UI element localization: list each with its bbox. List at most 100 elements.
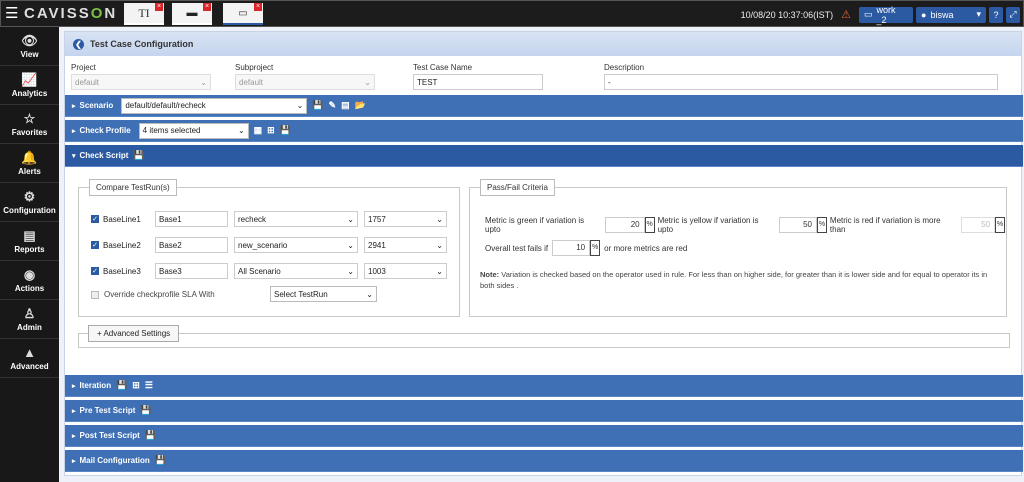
check-profile-select[interactable]: 4 items selected ⌄ xyxy=(138,122,249,139)
baseline-run-select[interactable]: 1757 ⌄ xyxy=(364,211,447,227)
advanced-box xyxy=(78,333,1010,348)
sidebar-item-view[interactable]: 👁 View xyxy=(0,27,59,66)
baseline-name-input[interactable]: Base1 xyxy=(155,211,228,227)
baseline-run-select[interactable]: 2941 ⌄ xyxy=(364,237,447,253)
tab-text-tool[interactable]: TI × xyxy=(124,3,164,25)
post-test-script-bar[interactable]: ▸ Post Test Script 💾 xyxy=(65,425,1023,447)
chart-icon: 📈 xyxy=(21,71,38,87)
sidebar-item-reports[interactable]: ▤ Reports xyxy=(0,222,59,261)
sidebar-item-label: Actions xyxy=(14,283,45,293)
project-select[interactable]: default ⌄ xyxy=(71,74,211,90)
baseline-scenario-select[interactable]: new_scenario ⌄ xyxy=(234,237,358,253)
sidebar-item-analytics[interactable]: 📈 Analytics xyxy=(0,66,59,105)
table-icon[interactable]: ▦ xyxy=(254,125,263,136)
select-testrun[interactable]: Select TestRun ⌄ xyxy=(270,286,377,302)
panel-header: ❮ Test Case Configuration xyxy=(65,32,1021,56)
percent-icon: % xyxy=(590,240,601,256)
sidebar-item-favorites[interactable]: ☆ Favorites xyxy=(0,105,59,144)
check-profile-bar[interactable]: ▸ Check Profile 4 items selected ⌄ ▦ ⊞ 💾 xyxy=(65,120,1023,142)
yellow-input[interactable]: 50 xyxy=(779,217,817,233)
expand-icon[interactable]: ⤢ xyxy=(1006,6,1020,23)
add-icon[interactable]: ⊞ xyxy=(267,125,275,136)
close-icon[interactable]: × xyxy=(203,3,211,11)
baseline-label: BaseLine1 xyxy=(103,214,141,224)
sidebar-item-configuration[interactable]: ⚙ Configuration xyxy=(0,183,59,222)
save-icon[interactable]: 💾 xyxy=(145,430,156,441)
caret-down-icon: ▾ xyxy=(72,152,76,160)
caret-right-icon: ▸ xyxy=(72,127,76,135)
sidebar-item-alerts[interactable]: 🔔 Alerts xyxy=(0,144,59,183)
red-input[interactable]: 50 xyxy=(961,217,996,233)
baseline-scenario-select[interactable]: All Scenario ⌄ xyxy=(234,263,358,279)
baseline-checkbox[interactable]: ✓ xyxy=(91,215,99,223)
save-icon[interactable]: 💾 xyxy=(280,125,291,136)
overall-label: Overall test fails if xyxy=(485,243,549,253)
override-checkbox[interactable] xyxy=(91,290,99,299)
sidebar-item-label: Admin xyxy=(17,322,42,332)
baseline-checkbox[interactable]: ✓ xyxy=(91,241,99,249)
check-script-bar[interactable]: ▾ Check Script 💾 xyxy=(65,145,1023,167)
baseline-row: ✓ BaseLine3 Base3 All Scenario ⌄ 1003 ⌄ xyxy=(91,262,447,280)
save-icon[interactable]: 💾 xyxy=(133,150,144,161)
overall-input[interactable]: 10 xyxy=(552,240,591,256)
workspace-button[interactable]: ▭ work _2 xyxy=(859,5,913,25)
alert-icon[interactable]: ⚠ xyxy=(841,8,851,21)
bell-icon: 🔔 xyxy=(21,149,38,165)
menu-icon[interactable]: ☰ xyxy=(5,6,21,21)
caret-right-icon: ▸ xyxy=(72,102,76,110)
back-icon[interactable]: ❮ xyxy=(73,38,84,50)
file-icon[interactable]: ▤ xyxy=(341,100,350,111)
user-menu[interactable]: ● biswa ▾ xyxy=(916,6,986,23)
description-input[interactable]: - xyxy=(604,74,998,90)
green-label: Metric is green if variation is upto xyxy=(485,216,585,234)
add-icon[interactable]: ⊞ xyxy=(132,380,140,391)
sidebar: 👁 View 📈 Analytics ☆ Favorites 🔔 Alerts ⚙ Configu… xyxy=(0,27,59,482)
actions-icon: ◉ xyxy=(23,266,36,282)
chevron-down-icon: ⌄ xyxy=(364,77,371,87)
tab-dashboard[interactable]: ▭ × xyxy=(223,3,263,25)
yellow-label: Metric is yellow if variation is upto xyxy=(657,216,759,234)
baseline-checkbox[interactable]: ✓ xyxy=(91,267,99,275)
folder-icon[interactable]: 📂 xyxy=(355,100,366,111)
edit-icon[interactable]: ✎ xyxy=(329,100,337,111)
sidebar-item-advanced[interactable]: ▲ Advanced xyxy=(0,339,59,378)
mail-configuration-bar[interactable]: ▸ Mail Configuration 💾 xyxy=(65,450,1023,472)
save-icon[interactable]: 💾 xyxy=(116,380,127,391)
top-bar: ☰ CAVISSON TI × ▬ × ▭ × 10/08/20 10:37:06(I… xyxy=(0,0,1024,27)
save-icon[interactable]: 💾 xyxy=(140,405,151,416)
baseline-scenario-select[interactable]: recheck ⌄ xyxy=(234,211,358,227)
advanced-icon: ▲ xyxy=(23,344,36,360)
test-case-name-input[interactable]: TEST xyxy=(413,74,543,90)
chevron-down-icon: ⌄ xyxy=(436,240,443,250)
baseline-name-input[interactable]: Base2 xyxy=(155,237,228,253)
page-title: Test Case Configuration xyxy=(90,39,194,49)
pre-test-script-bar[interactable]: ▸ Pre Test Script 💾 xyxy=(65,400,1023,422)
project-label: Project xyxy=(71,63,96,72)
star-icon: ☆ xyxy=(23,110,36,126)
iteration-bar[interactable]: ▸ Iteration 💾 ⊞ ☰ xyxy=(65,375,1023,397)
advanced-settings-button[interactable]: + Advanced Settings xyxy=(88,325,180,342)
list-icon[interactable]: ☰ xyxy=(145,380,153,391)
tab-briefcase[interactable]: ▬ × xyxy=(172,3,212,25)
green-input[interactable]: 20 xyxy=(604,217,645,233)
save-icon[interactable]: 💾 xyxy=(155,455,166,466)
chevron-down-icon: ⌄ xyxy=(296,101,304,110)
help-icon[interactable]: ? xyxy=(989,6,1003,23)
user-label: biswa xyxy=(930,9,954,20)
save-icon[interactable]: 💾 xyxy=(312,100,323,111)
close-icon[interactable]: × xyxy=(155,3,163,11)
text-tool-icon: TI xyxy=(138,5,150,20)
description-label: Description xyxy=(604,63,645,72)
compare-legend: Compare TestRun(s) xyxy=(89,179,177,196)
close-icon[interactable]: × xyxy=(254,3,262,11)
caret-down-icon: ▾ xyxy=(976,9,981,19)
subproject-select[interactable]: default ⌄ xyxy=(235,74,375,90)
baseline-name-input[interactable]: Base3 xyxy=(155,263,228,279)
percent-icon: % xyxy=(816,217,827,233)
chevron-down-icon: ⌄ xyxy=(237,126,245,135)
baseline-run-select[interactable]: 1003 ⌄ xyxy=(364,263,447,279)
sidebar-item-actions[interactable]: ◉ Actions xyxy=(0,261,59,300)
scenario-select[interactable]: default/default/recheck ⌄ xyxy=(121,97,308,114)
sidebar-item-admin[interactable]: ♙ Admin xyxy=(0,300,59,339)
scenario-bar[interactable]: ▸ Scenario default/default/recheck ⌄ 💾 ✎ ▤ 📂 xyxy=(65,95,1023,117)
